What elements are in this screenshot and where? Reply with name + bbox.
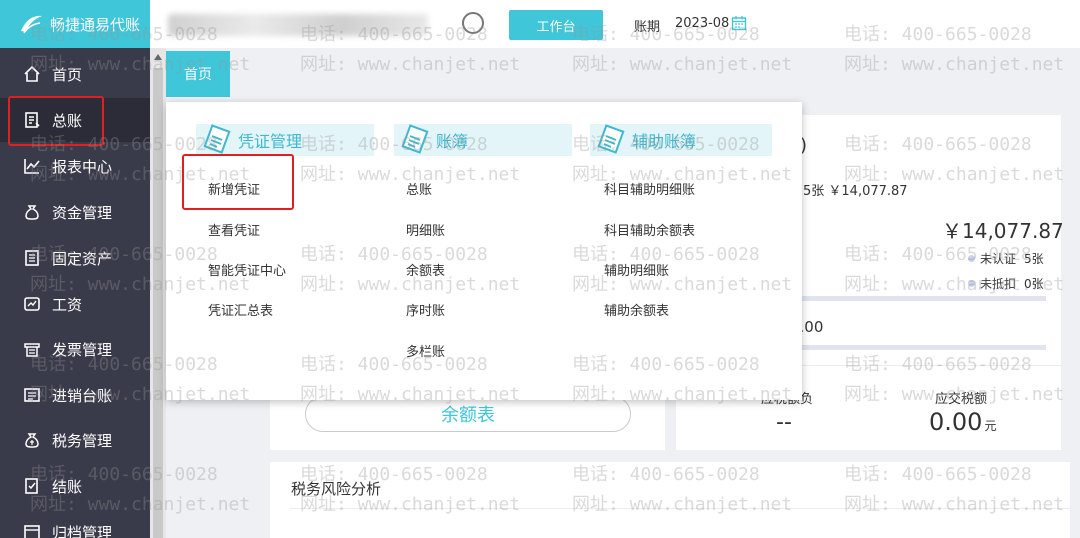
undeducted-row: 未抵扣 0张	[968, 275, 1044, 292]
progress-bar	[800, 296, 1046, 301]
sidebar-item-inventory[interactable]: 进销台账	[0, 373, 150, 417]
app-logo[interactable]: 畅捷通易代账	[0, 0, 150, 48]
tab-strip: 首页	[166, 48, 1080, 98]
divider	[290, 508, 1070, 509]
chart-icon	[22, 156, 42, 176]
menu-item-subject-aux-detail[interactable]: 科目辅助明细账	[604, 179, 695, 198]
menu-item-subject-aux-balance[interactable]: 科目辅助余额表	[604, 220, 695, 239]
menu-item-aux-balance[interactable]: 辅助余额表	[604, 300, 669, 319]
sidebar-item-label: 首页	[52, 65, 83, 84]
tax-value-2-number: 0.00	[929, 408, 983, 436]
menu-item-balance-sheet[interactable]: 余额表	[406, 260, 445, 279]
sidebar-item-fixed-assets[interactable]: 固定资产	[0, 236, 150, 280]
invoice-icon	[22, 339, 42, 359]
period-label: 账期	[634, 20, 661, 35]
progress-bar	[800, 345, 1046, 350]
invoice-count: 5张 ￥14,077.87	[803, 184, 908, 199]
highlight-box-new-voucher	[182, 154, 294, 210]
scrollbar-thumb[interactable]	[153, 68, 163, 538]
sidebar: 畅捷通易代账 首页 总账 报表中心 资金管理 固定资产 工资 发票管理 进销台账…	[0, 0, 150, 538]
sidebar-item-archive[interactable]: 归档管理	[0, 510, 150, 538]
inventory-icon	[22, 385, 42, 405]
sidebar-item-label: 发票管理	[52, 340, 113, 359]
aux-book-icon	[597, 124, 625, 154]
sidebar-item-home[interactable]: 首页	[0, 52, 150, 96]
sidebar-item-funds[interactable]: 资金管理	[0, 190, 150, 234]
sidebar-item-close-books[interactable]: 结账	[0, 464, 150, 508]
scroll-up-arrow-icon[interactable]	[154, 54, 162, 60]
section-title: 辅助账簿	[632, 132, 697, 151]
period-value[interactable]: 2023-08	[675, 16, 729, 31]
menu-item-multi-column[interactable]: 多栏账	[406, 341, 445, 360]
switch-icon[interactable]	[462, 12, 484, 34]
sidebar-item-reports[interactable]: 报表中心	[0, 144, 150, 188]
logo-swoosh-icon	[21, 15, 42, 34]
sidebar-item-label: 归档管理	[52, 523, 113, 538]
workbench-button[interactable]: 工作台	[509, 10, 603, 40]
status-dot-icon	[968, 255, 975, 262]
menu-item-smart-voucher[interactable]: 智能凭证中心	[208, 260, 286, 279]
salary-icon	[22, 294, 42, 314]
sidebar-item-invoices[interactable]: 发票管理	[0, 327, 150, 371]
menu-item-view-voucher[interactable]: 查看凭证	[208, 220, 260, 239]
sidebar-item-label: 结账	[52, 477, 83, 496]
card-tax-risk	[270, 462, 1070, 538]
menu-item-general-ledger[interactable]: 总账	[406, 179, 432, 198]
blurred-company-name	[168, 14, 428, 36]
tax-icon	[22, 430, 42, 450]
sidebar-item-label: 固定资产	[52, 249, 113, 268]
tab-home[interactable]: 首页	[166, 51, 230, 97]
tax-unit: 元	[984, 419, 997, 433]
tax-risk-title: 税务风险分析	[291, 480, 382, 498]
menu-item-detail-ledger[interactable]: 明细账	[406, 220, 445, 239]
tax-value-1: --	[776, 410, 792, 435]
sidebar-item-label: 报表中心	[52, 157, 113, 176]
sidebar-item-label: 资金管理	[52, 203, 113, 222]
undeducted-count: 0张	[1024, 277, 1044, 291]
sidebar-item-label: 税务管理	[52, 431, 113, 450]
section-title: 凭证管理	[238, 132, 303, 151]
tax-label-2: 应交税额	[935, 392, 988, 407]
close-books-icon	[22, 476, 42, 496]
sidebar-item-tax[interactable]: 税务管理	[0, 418, 150, 462]
menu-item-voucher-summary[interactable]: 凭证汇总表	[208, 300, 273, 319]
menu-item-aux-detail[interactable]: 辅助明细账	[604, 260, 669, 279]
undeducted-label: 未抵扣	[980, 277, 1017, 291]
ledger-book-icon	[401, 124, 429, 154]
section-voucher-header: 凭证管理	[196, 124, 374, 156]
top-bar: 工作台 账期 2023-08	[150, 0, 1080, 48]
section-ledger-header: 账簿	[394, 124, 572, 156]
sidebar-scrollbar[interactable]	[150, 48, 166, 538]
voucher-doc-icon	[203, 124, 231, 154]
unverified-count: 5张	[1024, 252, 1044, 266]
highlight-box-ledger	[8, 96, 104, 146]
money-bag-icon	[22, 202, 42, 222]
invoice-amount: ￥14,077.87	[942, 219, 1064, 243]
asset-icon	[22, 248, 42, 268]
unverified-label: 未认证	[980, 252, 1017, 266]
logo-text: 畅捷通易代账	[50, 15, 141, 34]
unverified-row: 未认证 5张	[968, 250, 1044, 267]
sidebar-item-label: 工资	[52, 295, 83, 314]
balance-sheet-button[interactable]: 余额表	[305, 396, 631, 432]
status-dot-icon	[968, 280, 975, 287]
archive-icon	[22, 522, 42, 538]
tax-value-2: 0.00 元	[929, 408, 996, 436]
calendar-icon[interactable]	[731, 15, 747, 31]
section-title: 账簿	[436, 132, 469, 151]
sidebar-item-salary[interactable]: 工资	[0, 282, 150, 326]
ledger-dropdown-menu: 凭证管理 账簿 辅助账簿 新增凭证 查看凭证 智能凭证中心 凭证汇总表 总账 明…	[166, 102, 802, 400]
section-aux-header: 辅助账簿	[590, 124, 772, 156]
sidebar-item-label: 进销台账	[52, 386, 113, 405]
menu-item-journal[interactable]: 序时账	[406, 300, 445, 319]
home-icon	[22, 64, 42, 84]
